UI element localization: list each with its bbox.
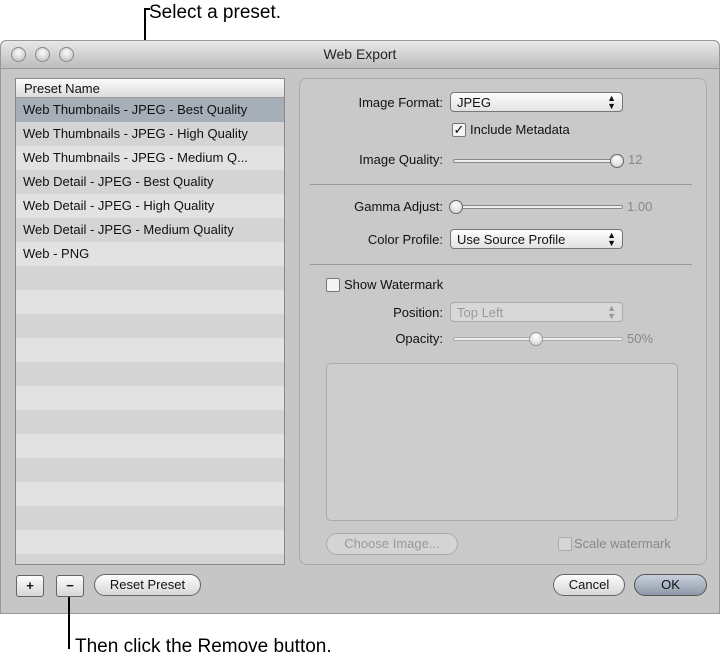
divider — [310, 184, 692, 185]
color-profile-value: Use Source Profile — [457, 232, 566, 247]
column-header-preset-name[interactable]: Preset Name — [16, 79, 284, 98]
empty-row — [16, 338, 284, 362]
web-export-window: Web Export Preset Name Web Thumbnails - … — [0, 40, 720, 614]
empty-row — [16, 314, 284, 338]
choose-image-button[interactable]: Choose Image... — [326, 533, 458, 555]
image-format-popup[interactable]: JPEG ▲ ▼ — [450, 92, 623, 112]
preset-row[interactable]: Web Detail - JPEG - High Quality — [16, 194, 284, 218]
position-label: Position: — [393, 305, 443, 320]
annotation-tick-top — [144, 8, 150, 10]
updown-arrows-icon: ▲ ▼ — [607, 303, 616, 321]
annotation-line-bottom — [68, 597, 70, 649]
ok-button[interactable]: OK — [634, 574, 707, 596]
preset-row[interactable]: Web - PNG — [16, 242, 284, 266]
empty-row — [16, 410, 284, 434]
window-title: Web Export — [323, 46, 397, 62]
empty-row — [16, 362, 284, 386]
settings-panel: Image Format: JPEG ▲ ▼ ✓ Include Metadata … — [299, 78, 707, 565]
gamma-adjust-label: Gamma Adjust: — [354, 199, 443, 214]
opacity-value: 50% — [627, 331, 654, 346]
color-profile-popup[interactable]: Use Source Profile ▲ ▼ — [450, 229, 623, 249]
preset-row[interactable]: Web Thumbnails - JPEG - Medium Q... — [16, 146, 284, 170]
title-bar: Web Export — [1, 41, 719, 69]
image-quality-slider[interactable] — [453, 159, 619, 163]
add-preset-button[interactable]: + — [16, 575, 44, 597]
remove-preset-button[interactable]: − — [56, 575, 84, 597]
preset-row[interactable]: Web Thumbnails - JPEG - High Quality — [16, 122, 284, 146]
scale-watermark-checkbox[interactable] — [558, 537, 572, 551]
image-format-value: JPEG — [457, 95, 491, 110]
preset-row[interactable]: Web Detail - JPEG - Medium Quality — [16, 218, 284, 242]
empty-row — [16, 290, 284, 314]
include-metadata-label: Include Metadata — [470, 122, 570, 137]
preset-list[interactable]: Preset Name Web Thumbnails - JPEG - Best… — [15, 78, 285, 565]
show-watermark-label: Show Watermark — [344, 277, 444, 292]
empty-row — [16, 458, 284, 482]
opacity-knob[interactable] — [529, 332, 543, 346]
show-watermark-checkbox[interactable] — [326, 278, 340, 292]
color-profile-label: Color Profile: — [367, 232, 443, 247]
updown-arrows-icon: ▲ ▼ — [607, 230, 616, 248]
cancel-button[interactable]: Cancel — [553, 574, 625, 596]
image-format-label: Image Format: — [358, 95, 443, 110]
updown-arrows-icon: ▲ ▼ — [607, 93, 616, 111]
annotation-select-preset: Select a preset. — [149, 2, 282, 23]
position-value: Top Left — [457, 305, 504, 320]
gamma-adjust-slider[interactable] — [453, 205, 623, 209]
empty-row — [16, 506, 284, 530]
preset-row[interactable]: Web Thumbnails - JPEG - Best Quality — [16, 98, 284, 122]
empty-row — [16, 482, 284, 506]
annotation-remove-button: Then click the Remove button. — [75, 636, 332, 657]
opacity-label: Opacity: — [395, 331, 443, 346]
position-popup[interactable]: Top Left ▲ ▼ — [450, 302, 623, 322]
image-quality-value: 12 — [628, 152, 643, 167]
empty-row — [16, 434, 284, 458]
empty-row — [16, 266, 284, 290]
image-quality-label: Image Quality: — [359, 152, 443, 167]
divider — [310, 264, 692, 265]
include-metadata-checkbox[interactable]: ✓ — [452, 123, 466, 137]
gamma-adjust-value: 1.00 — [627, 199, 653, 214]
gamma-adjust-knob[interactable] — [449, 200, 463, 214]
reset-preset-button[interactable]: Reset Preset — [94, 574, 201, 596]
watermark-image-well[interactable] — [326, 363, 678, 521]
scale-watermark-label: Scale watermark — [574, 536, 671, 551]
empty-row — [16, 386, 284, 410]
preset-row[interactable]: Web Detail - JPEG - Best Quality — [16, 170, 284, 194]
empty-row — [16, 554, 284, 564]
empty-row — [16, 530, 284, 554]
image-quality-knob[interactable] — [610, 154, 624, 168]
